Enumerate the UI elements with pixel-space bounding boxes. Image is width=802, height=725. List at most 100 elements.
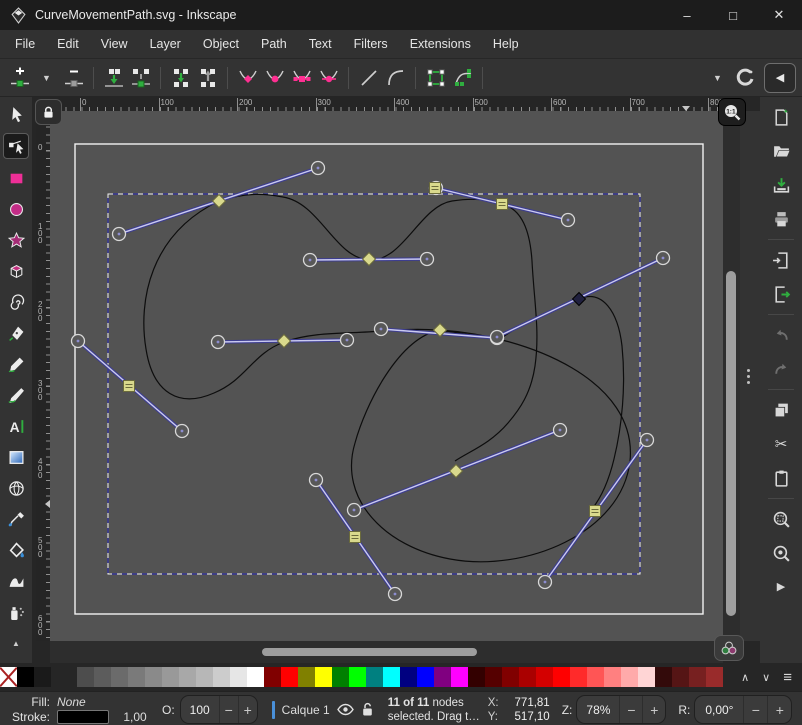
make-symmetric-button[interactable] bbox=[288, 64, 315, 91]
collapse-dialog-button[interactable]: ◀ bbox=[764, 63, 796, 93]
menu-edit[interactable]: Edit bbox=[46, 32, 90, 56]
more-commands-button[interactable]: ▶ bbox=[770, 577, 792, 597]
path-node-diamond[interactable] bbox=[450, 465, 463, 478]
menu-view[interactable]: View bbox=[90, 32, 139, 56]
undo-button[interactable] bbox=[770, 325, 792, 345]
more-tools-button[interactable]: ▲ bbox=[4, 631, 28, 655]
selector-tool[interactable] bbox=[4, 102, 28, 126]
drawing-viewport[interactable] bbox=[50, 111, 723, 641]
object-to-path-button[interactable] bbox=[422, 64, 449, 91]
menu-layer[interactable]: Layer bbox=[139, 32, 192, 56]
zoom-value[interactable]: 78% bbox=[577, 703, 619, 717]
swatch[interactable] bbox=[230, 667, 247, 687]
swatch[interactable] bbox=[587, 667, 604, 687]
layer-lock-open-icon[interactable] bbox=[361, 702, 374, 717]
bezier-path[interactable] bbox=[144, 201, 470, 399]
opacity-increase-button[interactable]: + bbox=[238, 696, 257, 723]
path-node-diamond[interactable] bbox=[278, 335, 291, 348]
swatch[interactable] bbox=[111, 667, 128, 687]
toolbar-overflow-button[interactable]: ▼ bbox=[704, 64, 731, 91]
vertical-scrollbar[interactable] bbox=[723, 111, 740, 641]
pen-tool[interactable] bbox=[4, 321, 28, 345]
new-document-button[interactable] bbox=[770, 107, 792, 127]
make-auto-smooth-button[interactable] bbox=[315, 64, 342, 91]
swatch[interactable] bbox=[145, 667, 162, 687]
open-document-button[interactable] bbox=[770, 141, 792, 161]
close-button[interactable]: ✕ bbox=[756, 0, 802, 30]
cut-button[interactable]: ✂ bbox=[770, 434, 792, 454]
make-smooth-button[interactable] bbox=[261, 64, 288, 91]
break-node-button[interactable] bbox=[100, 64, 127, 91]
color-managed-view-button[interactable] bbox=[714, 635, 744, 661]
menu-path[interactable]: Path bbox=[250, 32, 298, 56]
save-document-button[interactable] bbox=[770, 175, 792, 195]
zoom-decrease-button[interactable]: − bbox=[619, 696, 642, 723]
swatch[interactable] bbox=[94, 667, 111, 687]
stroke-to-path-button[interactable] bbox=[449, 64, 476, 91]
ruler-lock-button[interactable] bbox=[35, 99, 62, 125]
swatch[interactable] bbox=[298, 667, 315, 687]
palette-scroll-up-button[interactable]: ∧ bbox=[741, 671, 749, 684]
rotation-decrease-button[interactable]: − bbox=[743, 696, 767, 723]
swatch[interactable] bbox=[179, 667, 196, 687]
maximize-button[interactable]: □ bbox=[710, 0, 756, 30]
opacity-spinbox[interactable]: 100 − + bbox=[180, 695, 258, 724]
swatch[interactable] bbox=[655, 667, 672, 687]
zoom-spinbox[interactable]: 78% − + bbox=[576, 695, 666, 724]
path-node-square[interactable] bbox=[124, 381, 135, 392]
swatch[interactable] bbox=[621, 667, 638, 687]
path-node-square[interactable] bbox=[497, 199, 508, 210]
swatch[interactable] bbox=[672, 667, 689, 687]
swatch-none[interactable] bbox=[0, 667, 17, 687]
swatch[interactable] bbox=[689, 667, 706, 687]
swatch[interactable] bbox=[400, 667, 417, 687]
redo-button[interactable] bbox=[770, 359, 792, 379]
opacity-decrease-button[interactable]: − bbox=[219, 696, 238, 723]
import-button[interactable] bbox=[770, 250, 792, 270]
print-button[interactable] bbox=[770, 209, 792, 229]
swatch[interactable] bbox=[162, 667, 179, 687]
menu-file[interactable]: File bbox=[4, 32, 46, 56]
make-curve-button[interactable] bbox=[382, 64, 409, 91]
insert-node-menu-button[interactable]: ▼ bbox=[33, 64, 60, 91]
swatch[interactable] bbox=[451, 667, 468, 687]
swatch[interactable] bbox=[247, 667, 264, 687]
vertical-scrollbar-thumb[interactable] bbox=[726, 271, 736, 616]
layer-name[interactable]: Calque 1 bbox=[282, 703, 330, 717]
spray-tool[interactable] bbox=[4, 600, 28, 624]
box3d-tool[interactable] bbox=[4, 259, 28, 283]
swatch[interactable] bbox=[536, 667, 553, 687]
calligraphy-tool[interactable] bbox=[4, 383, 28, 407]
delete-node-button[interactable] bbox=[60, 64, 87, 91]
swatch[interactable] bbox=[17, 667, 34, 687]
swatch[interactable] bbox=[485, 667, 502, 687]
swatch[interactable] bbox=[349, 667, 366, 687]
swatch[interactable] bbox=[604, 667, 621, 687]
export-button[interactable] bbox=[770, 284, 792, 304]
tweak-tool[interactable] bbox=[4, 569, 28, 593]
zoom-increase-button[interactable]: + bbox=[642, 696, 665, 723]
spiral-tool[interactable] bbox=[4, 290, 28, 314]
swatch[interactable] bbox=[332, 667, 349, 687]
swatch[interactable] bbox=[502, 667, 519, 687]
paint-bucket-tool[interactable] bbox=[4, 538, 28, 562]
dropper-tool[interactable] bbox=[4, 507, 28, 531]
join-with-segment-button[interactable] bbox=[167, 64, 194, 91]
dock-resize-grip[interactable] bbox=[740, 111, 760, 641]
path-node-diamond[interactable] bbox=[213, 195, 226, 208]
menu-object[interactable]: Object bbox=[192, 32, 250, 56]
swatch[interactable] bbox=[264, 667, 281, 687]
zoom-drawing-button[interactable] bbox=[770, 543, 792, 563]
rotation-value[interactable]: 0,00° bbox=[695, 703, 743, 717]
horizontal-scrollbar-thumb[interactable] bbox=[262, 648, 477, 656]
fill-stroke-indicator[interactable]: Fill: None Stroke: 1,00 bbox=[6, 695, 154, 724]
make-line-button[interactable] bbox=[355, 64, 382, 91]
snap-toggle-button[interactable] bbox=[731, 64, 758, 91]
gradient-tool[interactable] bbox=[4, 445, 28, 469]
swatch[interactable] bbox=[315, 667, 332, 687]
swatch[interactable] bbox=[34, 667, 51, 687]
star-tool[interactable] bbox=[4, 228, 28, 252]
swatch[interactable] bbox=[468, 667, 485, 687]
text-tool[interactable]: A bbox=[4, 414, 28, 438]
node-tool[interactable] bbox=[3, 133, 29, 159]
